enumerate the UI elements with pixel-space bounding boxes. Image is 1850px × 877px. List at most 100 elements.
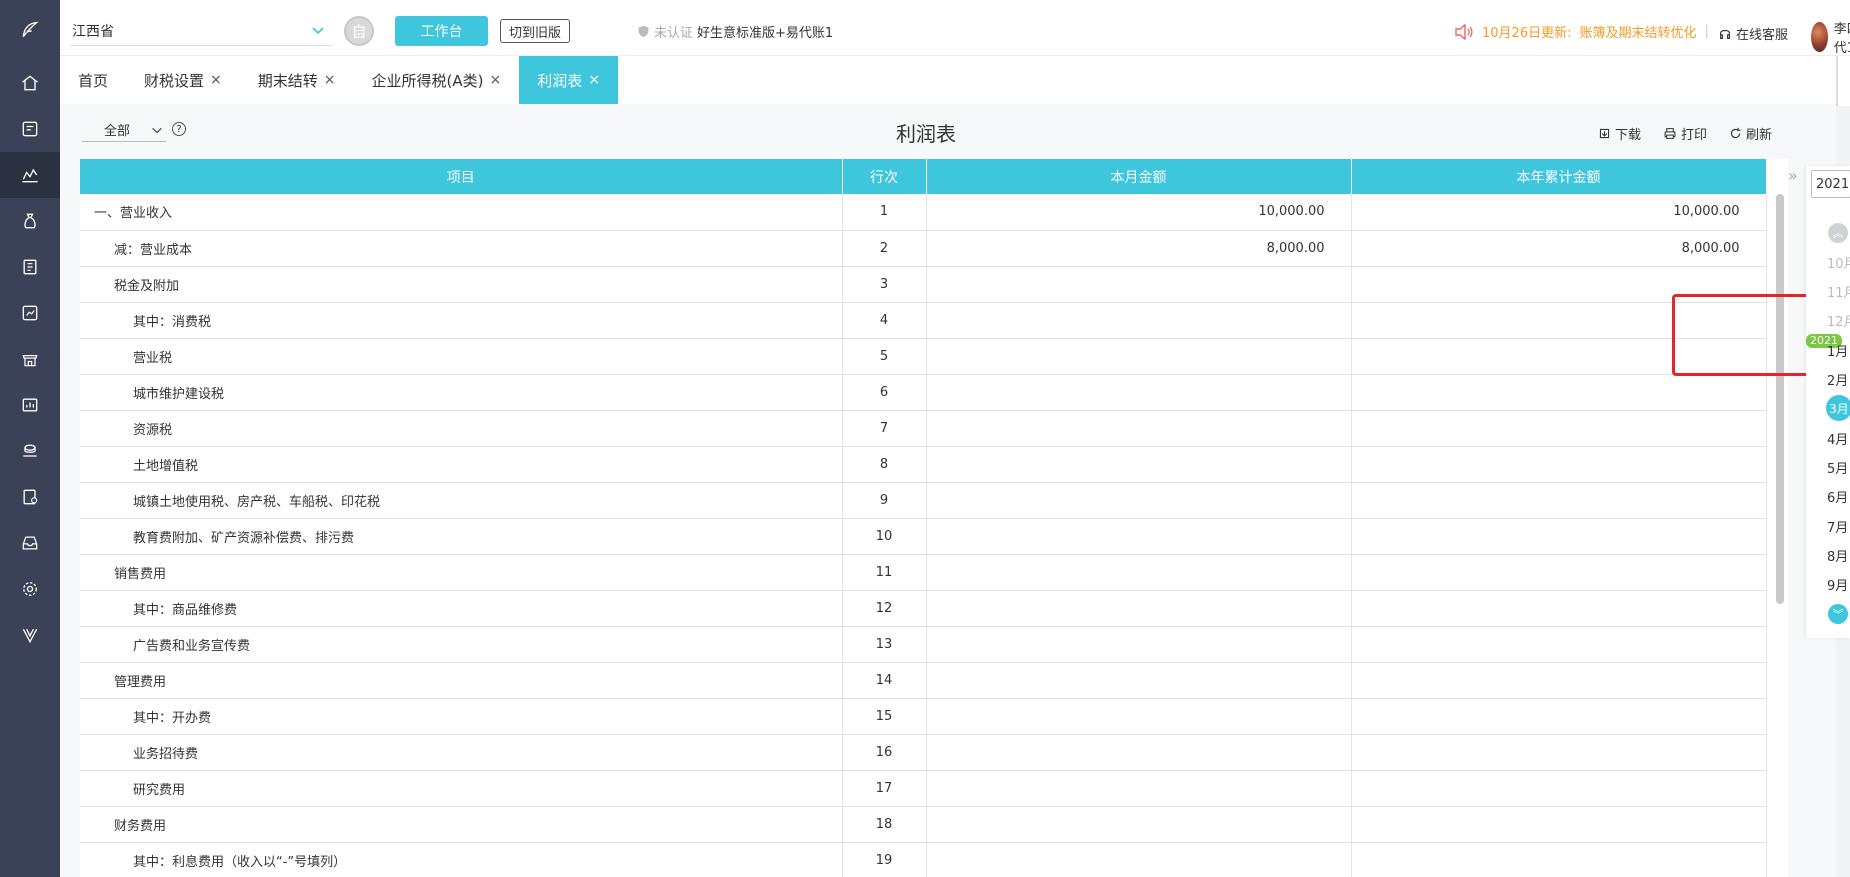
year-amount-cell[interactable]: 10,000.00 bbox=[1351, 194, 1767, 231]
nav-vip[interactable] bbox=[0, 612, 60, 658]
nav-reports[interactable] bbox=[0, 152, 60, 198]
table-row: 管理费用 14 bbox=[80, 662, 1767, 699]
month-amount-cell[interactable] bbox=[926, 626, 1352, 663]
year-amount-cell[interactable] bbox=[1351, 734, 1767, 771]
notice-link[interactable]: 账簿及期末结转优化 bbox=[1579, 22, 1696, 41]
row-number-cell: 18 bbox=[842, 806, 927, 843]
table-scrollbar[interactable] bbox=[1776, 194, 1784, 604]
year-amount-cell[interactable] bbox=[1351, 590, 1767, 627]
item-cell: 其中：商品维修费 bbox=[80, 590, 843, 627]
month-amount-cell[interactable] bbox=[926, 446, 1352, 483]
nav-archive[interactable] bbox=[0, 520, 60, 566]
month-amount-cell[interactable] bbox=[926, 302, 1352, 339]
nav-home[interactable] bbox=[0, 60, 60, 106]
month-amount-cell[interactable] bbox=[926, 662, 1352, 699]
month-item-selected[interactable]: 3月 bbox=[1826, 395, 1850, 421]
item-cell: 其中：利息费用（收入以“-”号填列） bbox=[80, 842, 843, 877]
month-amount-cell[interactable] bbox=[926, 482, 1352, 519]
month-item[interactable]: 7月 bbox=[1827, 517, 1850, 536]
row-number-cell: 5 bbox=[842, 338, 927, 375]
tab-period-close[interactable]: 期末结转 × bbox=[240, 56, 354, 104]
year-amount-cell[interactable] bbox=[1351, 518, 1767, 555]
month-amount-cell[interactable]: 8,000.00 bbox=[926, 230, 1352, 267]
year-amount-cell[interactable] bbox=[1351, 554, 1767, 591]
gear-icon bbox=[23, 582, 37, 596]
help-icon[interactable]: ? bbox=[172, 122, 186, 136]
scroll-down-button[interactable]: ︾ bbox=[1828, 604, 1848, 624]
workbench-button[interactable]: 工作台 bbox=[395, 16, 488, 46]
month-amount-cell[interactable] bbox=[926, 374, 1352, 411]
close-icon[interactable]: × bbox=[324, 72, 336, 88]
month-item[interactable]: 8月 bbox=[1827, 546, 1850, 565]
close-icon[interactable]: × bbox=[210, 72, 222, 88]
tab-income-tax[interactable]: 企业所得税(A类) × bbox=[354, 56, 520, 104]
nav-invoice[interactable] bbox=[0, 474, 60, 520]
month-item[interactable]: 4月 bbox=[1827, 429, 1850, 448]
tab-profit-statement[interactable]: 利润表 × bbox=[519, 56, 618, 104]
month-item[interactable]: 5月 bbox=[1827, 458, 1850, 477]
month-amount-cell[interactable] bbox=[926, 806, 1352, 843]
year-amount-cell[interactable] bbox=[1351, 482, 1767, 519]
close-icon[interactable]: × bbox=[489, 72, 501, 88]
month-item[interactable]: 6月 bbox=[1827, 487, 1850, 506]
month-amount-cell[interactable] bbox=[926, 842, 1352, 877]
scroll-up-button[interactable]: ︽ bbox=[1828, 223, 1848, 243]
year-amount-cell[interactable] bbox=[1351, 410, 1767, 447]
close-icon[interactable]: × bbox=[588, 72, 600, 88]
voucher-icon bbox=[22, 121, 38, 137]
month-amount-cell[interactable] bbox=[926, 410, 1352, 447]
province-select[interactable]: 江西省 bbox=[70, 16, 332, 46]
nav-salary[interactable] bbox=[0, 428, 60, 474]
month-amount-cell[interactable] bbox=[926, 698, 1352, 735]
tab-tax-settings[interactable]: 财税设置 × bbox=[126, 56, 240, 104]
print-button[interactable]: 打印 bbox=[1663, 124, 1707, 143]
year-amount-cell[interactable] bbox=[1351, 842, 1767, 877]
month-amount-cell[interactable]: 10,000.00 bbox=[926, 194, 1352, 231]
nav-assets[interactable] bbox=[0, 382, 60, 428]
month-amount-cell[interactable] bbox=[926, 770, 1352, 807]
month-amount-cell[interactable] bbox=[926, 590, 1352, 627]
nav-voucher[interactable] bbox=[0, 106, 60, 152]
month-amount-cell[interactable] bbox=[926, 338, 1352, 375]
nav-store[interactable] bbox=[0, 336, 60, 382]
year-amount-cell[interactable] bbox=[1351, 698, 1767, 735]
month-item[interactable]: 12月 bbox=[1827, 311, 1850, 330]
row-number-cell: 14 bbox=[842, 662, 927, 699]
year-input[interactable]: 2021.0 bbox=[1811, 170, 1850, 198]
online-service-button[interactable]: 在线客服 bbox=[1718, 24, 1788, 43]
row-number-cell: 17 bbox=[842, 770, 927, 807]
user-name: 李四代1 bbox=[1833, 22, 1850, 56]
self-mode-button[interactable]: 自 bbox=[344, 16, 374, 46]
month-item[interactable]: 10月 bbox=[1827, 253, 1850, 272]
year-amount-cell[interactable] bbox=[1351, 626, 1767, 663]
month-amount-cell[interactable] bbox=[926, 554, 1352, 591]
row-number-cell: 6 bbox=[842, 374, 927, 411]
year-amount-cell[interactable] bbox=[1351, 374, 1767, 411]
month-item[interactable]: 9月 bbox=[1827, 575, 1850, 594]
month-item[interactable]: 1月 bbox=[1827, 341, 1850, 360]
month-amount-cell[interactable] bbox=[926, 518, 1352, 555]
year-amount-cell[interactable] bbox=[1351, 770, 1767, 807]
month-amount-cell[interactable] bbox=[926, 734, 1352, 771]
scope-filter-select[interactable]: 全部 bbox=[82, 118, 166, 142]
nav-money[interactable] bbox=[0, 198, 60, 244]
switch-old-version-button[interactable]: 切到旧版 bbox=[500, 19, 571, 43]
month-amount-cell[interactable] bbox=[926, 266, 1352, 303]
nav-books[interactable] bbox=[0, 244, 60, 290]
collapse-panel-icon[interactable]: » bbox=[1788, 166, 1798, 185]
unauth-label[interactable]: 未认证 bbox=[654, 22, 693, 41]
refresh-button[interactable]: 刷新 bbox=[1729, 124, 1772, 143]
year-amount-cell[interactable] bbox=[1351, 806, 1767, 843]
item-cell: 城市维护建设税 bbox=[80, 374, 843, 411]
nav-settings[interactable] bbox=[0, 566, 60, 612]
row-number-cell: 3 bbox=[842, 266, 927, 303]
tab-home[interactable]: 首页 bbox=[60, 56, 126, 104]
month-item[interactable]: 11月 bbox=[1827, 282, 1850, 301]
user-menu[interactable]: 李四代1 bbox=[1811, 18, 1850, 56]
download-button[interactable]: 下载 bbox=[1598, 124, 1641, 143]
month-item[interactable]: 2月 bbox=[1827, 370, 1850, 389]
nav-tax[interactable] bbox=[0, 290, 60, 336]
year-amount-cell[interactable]: 8,000.00 bbox=[1351, 230, 1767, 267]
year-amount-cell[interactable] bbox=[1351, 446, 1767, 483]
year-amount-cell[interactable] bbox=[1351, 662, 1767, 699]
